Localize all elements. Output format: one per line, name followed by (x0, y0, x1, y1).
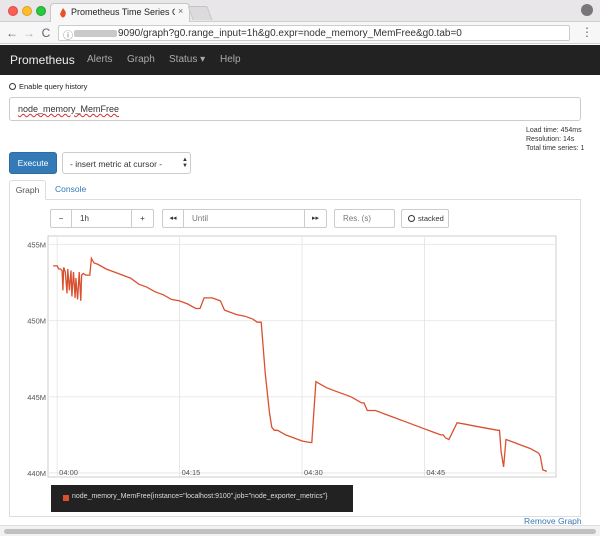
select-arrows-icon: ▲ ▼ (182, 157, 188, 169)
range-input[interactable]: 1h (71, 209, 132, 228)
until-input[interactable]: Until (183, 209, 305, 228)
legend-swatch (63, 495, 69, 501)
browser-menu-icon[interactable]: ⋮ (581, 26, 593, 38)
brand-link[interactable]: Prometheus (10, 53, 75, 67)
browser-toolbar: ← → C ⓘ 9090/graph?g0.range_input=1h&g0.… (0, 22, 600, 44)
time-series-graph[interactable]: 440M 445M 450M 455M 04:00 04:15 04:30 04:45 (18, 232, 558, 482)
prometheus-navbar: Prometheus Alerts Graph Status ▾ Help (0, 45, 600, 75)
graph-legend: node_memory_MemFree{instance="localhost:… (51, 485, 353, 512)
nav-help[interactable]: Help (220, 54, 241, 65)
insert-metric-select[interactable]: - insert metric at cursor - ▲ ▼ (62, 152, 191, 174)
time-back-button[interactable]: ◂◂ (162, 209, 184, 228)
y-tick-label: 450M (27, 317, 46, 326)
y-tick-label: 455M (27, 241, 46, 250)
time-forward-button[interactable]: ▸▸ (304, 209, 327, 228)
maximize-window-button[interactable] (36, 6, 46, 16)
nav-status-dropdown[interactable]: Status ▾ (169, 54, 205, 65)
info-icon[interactable]: ⓘ (63, 27, 73, 42)
browser-titlebar: Prometheus Time Series Colle × (0, 0, 600, 22)
expression-value[interactable]: node_memory_MemFree (18, 104, 119, 114)
profile-icon[interactable] (581, 4, 593, 16)
flame-icon (60, 8, 66, 18)
x-tick-label: 04:45 (426, 468, 445, 477)
tab-console[interactable]: Console (55, 184, 86, 194)
minimize-window-button[interactable] (22, 6, 32, 16)
x-tick-label: 04:15 (182, 468, 201, 477)
range-increase-button[interactable]: + (131, 209, 154, 228)
load-time: Load time: 454ms (526, 127, 582, 134)
address-bar[interactable]: ⓘ 9090/graph?g0.range_input=1h&g0.expr=n… (58, 25, 570, 42)
execute-button[interactable]: Execute (9, 152, 57, 174)
y-tick-label: 445M (27, 393, 46, 402)
stacked-toggle[interactable]: stacked (401, 209, 449, 228)
x-tick-label: 04:00 (59, 468, 78, 477)
history-label: Enable query history (19, 82, 88, 91)
history-checkbox[interactable] (9, 83, 16, 90)
stacked-label: stacked (418, 214, 444, 223)
scrollbar-thumb[interactable] (4, 529, 596, 534)
browser-tab[interactable]: Prometheus Time Series Colle × (50, 3, 190, 22)
y-tick-label: 440M (27, 469, 46, 478)
close-icon[interactable]: × (178, 6, 183, 16)
query-stats: Load time: 454ms Resolution: 14s Total t… (526, 126, 584, 153)
resolution: Resolution: 14s (526, 136, 575, 143)
y-axis: 440M 445M 450M 455M (27, 241, 46, 478)
resolution-input[interactable]: Res. (s) (334, 209, 395, 228)
tab-title: Prometheus Time Series Colle (71, 7, 175, 17)
total-series: Total time series: 1 (526, 145, 585, 152)
reload-icon[interactable]: C (39, 26, 53, 40)
nav-graph[interactable]: Graph (127, 54, 155, 65)
url-text[interactable]: 9090/graph?g0.range_input=1h&g0.expr=nod… (118, 28, 462, 39)
forward-arrow-icon[interactable]: → (22, 26, 36, 40)
redacted-host (74, 30, 117, 37)
close-window-button[interactable] (8, 6, 18, 16)
metric-select-label: - insert metric at cursor - (70, 159, 163, 169)
tab-graph[interactable]: Graph (9, 180, 46, 200)
horizontal-scrollbar[interactable] (0, 525, 600, 536)
x-tick-label: 04:30 (304, 468, 323, 477)
range-decrease-button[interactable]: − (50, 209, 72, 228)
expression-input[interactable]: node_memory_MemFree (9, 97, 581, 121)
back-arrow-icon[interactable]: ← (5, 26, 19, 40)
legend-label: node_memory_MemFree{instance="localhost:… (72, 493, 328, 500)
stacked-checkbox[interactable] (408, 215, 415, 222)
new-tab-button[interactable] (187, 6, 213, 20)
nav-alerts[interactable]: Alerts (87, 54, 113, 65)
